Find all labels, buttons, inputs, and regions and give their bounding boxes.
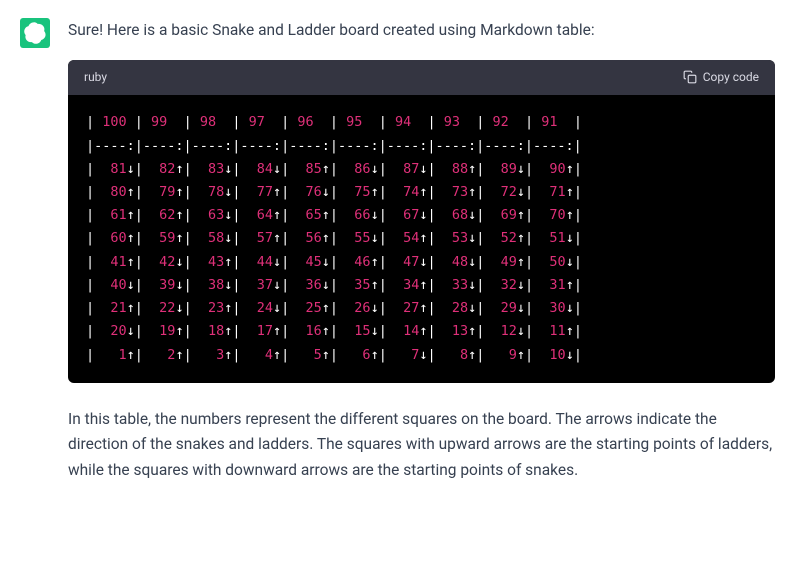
assistant-avatar [20,18,50,48]
code-language-label: ruby [84,68,107,88]
copy-code-button[interactable]: Copy code [683,68,759,88]
code-header: ruby Copy code [68,60,775,96]
outro-paragraph: In this table, the numbers represent the… [68,407,775,484]
code-content[interactable]: | 100 | 99 | 98 | 97 | 96 | 95 | 94 | 93… [68,95,775,382]
clipboard-icon [683,70,697,84]
intro-paragraph: Sure! Here is a basic Snake and Ladder b… [68,18,775,44]
copy-code-label: Copy code [703,68,759,88]
code-block: ruby Copy code | 100 | 99 | 98 | 97 | 96… [68,60,775,383]
message-content: Sure! Here is a basic Snake and Ladder b… [68,18,775,573]
openai-logo-icon [24,22,46,44]
